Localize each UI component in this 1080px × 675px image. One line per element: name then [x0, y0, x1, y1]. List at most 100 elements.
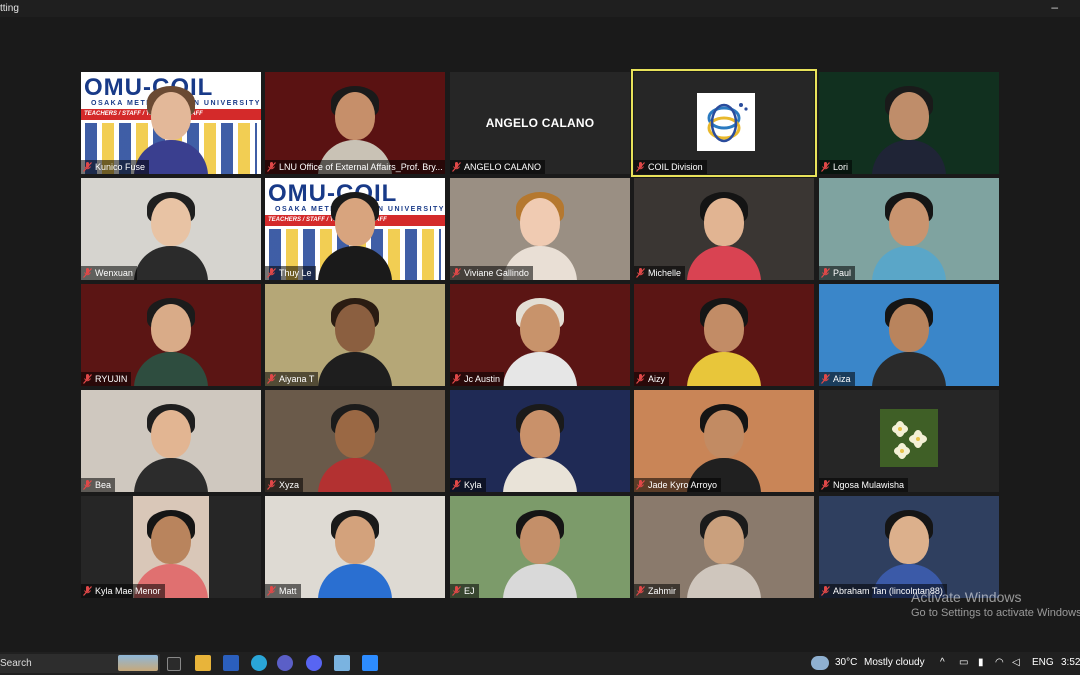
muted-mic-icon	[821, 162, 830, 172]
participant-video	[872, 190, 946, 280]
participant-name: LNU Office of External Affairs_Prof. Bry…	[279, 162, 443, 172]
participant-name: EJ	[464, 586, 475, 596]
muted-mic-icon	[821, 268, 830, 278]
video-tile[interactable]: Jade Kyro Arroyo	[634, 390, 814, 492]
video-tile[interactable]: Matt	[265, 496, 445, 598]
flower-avatar-icon	[880, 409, 938, 467]
word-icon[interactable]	[223, 655, 239, 671]
video-tile[interactable]: Kyla Mae Menor	[81, 496, 261, 598]
participant-name: Matt	[279, 586, 297, 596]
title-bar: tting –	[0, 0, 1080, 17]
muted-mic-icon	[636, 586, 645, 596]
chevron-up-icon[interactable]: ^	[940, 657, 945, 668]
participant-name: Michelle	[648, 268, 682, 278]
participant-name: ANGELO CALANO	[464, 162, 542, 172]
muted-mic-icon	[83, 586, 92, 596]
mic-icon[interactable]: ▮	[978, 657, 984, 668]
participant-video	[872, 84, 946, 174]
participant-name-label: Viviane Gallindo	[450, 266, 533, 280]
weather-desc[interactable]: Mostly cloudy	[864, 657, 925, 668]
participant-video	[134, 402, 208, 492]
participant-name: COIL Division	[648, 162, 703, 172]
video-tile[interactable]: EJ	[450, 496, 630, 598]
participant-name-label: Bea	[81, 478, 116, 492]
muted-mic-icon	[83, 268, 92, 278]
video-tile[interactable]: Aizy	[634, 284, 814, 386]
participant-video	[318, 190, 392, 280]
participant-name-label: Jc Austin	[450, 372, 505, 386]
participant-video	[687, 296, 761, 386]
file-explorer-icon[interactable]	[195, 655, 211, 671]
video-tile[interactable]: Jc Austin	[450, 284, 630, 386]
participant-name-label: Kyla Mae Menor	[81, 584, 165, 598]
muted-mic-icon	[83, 162, 92, 172]
watermark-title: Activate Windows	[911, 589, 1022, 605]
video-tile[interactable]: RYUJIN	[81, 284, 261, 386]
participant-name-label: EJ	[450, 584, 479, 598]
video-tile[interactable]: Aiyana T	[265, 284, 445, 386]
participant-video	[503, 296, 577, 386]
participant-video	[872, 296, 946, 386]
muted-mic-icon	[821, 586, 830, 596]
clock[interactable]: 3:52	[1061, 657, 1080, 668]
muted-mic-icon	[452, 374, 461, 384]
participant-name-label: Kyla	[450, 478, 486, 492]
notes-icon[interactable]	[334, 655, 350, 671]
participant-name-label: Aiyana T	[265, 372, 319, 386]
weather-icon	[811, 656, 829, 670]
participant-name: Paul	[833, 268, 852, 278]
video-tile[interactable]: Wenxuan	[81, 178, 261, 280]
video-tile[interactable]: Paul	[819, 178, 999, 280]
edge-icon[interactable]	[251, 655, 267, 671]
muted-mic-icon	[636, 480, 645, 490]
video-tile[interactable]: Michelle	[634, 178, 814, 280]
search-highlight-icon[interactable]	[118, 655, 158, 671]
muted-mic-icon	[452, 480, 461, 490]
participant-video	[134, 296, 208, 386]
language-indicator[interactable]: ENG	[1032, 657, 1054, 668]
participant-name-label: Xyza	[265, 478, 304, 492]
teams-icon[interactable]	[277, 655, 293, 671]
zoom-icon[interactable]	[362, 655, 378, 671]
video-tile[interactable]: Ngosa Mulawisha	[819, 390, 999, 492]
participant-name-label: Michelle	[634, 266, 686, 280]
discord-icon[interactable]	[306, 655, 322, 671]
video-tile[interactable]: Viviane Gallindo	[450, 178, 630, 280]
participant-name: Lori	[833, 162, 849, 172]
video-tile[interactable]: Bea	[81, 390, 261, 492]
muted-mic-icon	[821, 374, 830, 384]
video-tile[interactable]: Lori	[819, 72, 999, 174]
activation-watermark: Activate Windows Go to Settings to activ…	[911, 589, 1080, 619]
muted-mic-icon	[452, 586, 461, 596]
muted-mic-icon	[83, 480, 92, 490]
video-tile[interactable]: Xyza	[265, 390, 445, 492]
video-tile[interactable]: Aiza	[819, 284, 999, 386]
video-tile[interactable]: OMU-COILOSAKA METROPOLITAN UNIVERSITYTEA…	[81, 72, 261, 174]
muted-mic-icon	[821, 480, 830, 490]
video-tile[interactable]: COIL Division	[631, 69, 817, 177]
participant-name-label: ANGELO CALANO	[450, 160, 546, 174]
task-view-icon[interactable]	[167, 657, 181, 671]
video-tile[interactable]: ANGELO CALANO ANGELO CALANO	[450, 72, 630, 174]
participant-video	[503, 402, 577, 492]
participant-video	[687, 508, 761, 598]
participant-name-label: Aiza	[819, 372, 855, 386]
participant-name: Bea	[95, 480, 112, 490]
participant-video	[318, 508, 392, 598]
video-tile[interactable]: Zahmir	[634, 496, 814, 598]
participant-name: Kyla	[464, 480, 482, 490]
weather-temp[interactable]: 30°C	[835, 657, 857, 668]
network-icon[interactable]: ▭	[959, 657, 968, 668]
wifi-icon[interactable]: ◠	[995, 657, 1004, 668]
minimize-button[interactable]: –	[1051, 0, 1058, 14]
muted-mic-icon	[452, 268, 461, 278]
participant-name: Aiza	[833, 374, 851, 384]
video-tile[interactable]: Kyla	[450, 390, 630, 492]
participant-name: Xyza	[279, 480, 300, 490]
video-tile[interactable]: OMU-COILOSAKA METROPOLITAN UNIVERSITYTEA…	[265, 178, 445, 280]
video-tile[interactable]: LNU Office of External Affairs_Prof. Bry…	[265, 72, 445, 174]
volume-icon[interactable]: ◁	[1012, 657, 1020, 668]
participant-name-label: Thuy Le	[265, 266, 316, 280]
video-tile[interactable]: Abraham Tan (lincolntan88)	[819, 496, 999, 598]
participant-name-label: Jade Kyro Arroyo	[634, 478, 722, 492]
